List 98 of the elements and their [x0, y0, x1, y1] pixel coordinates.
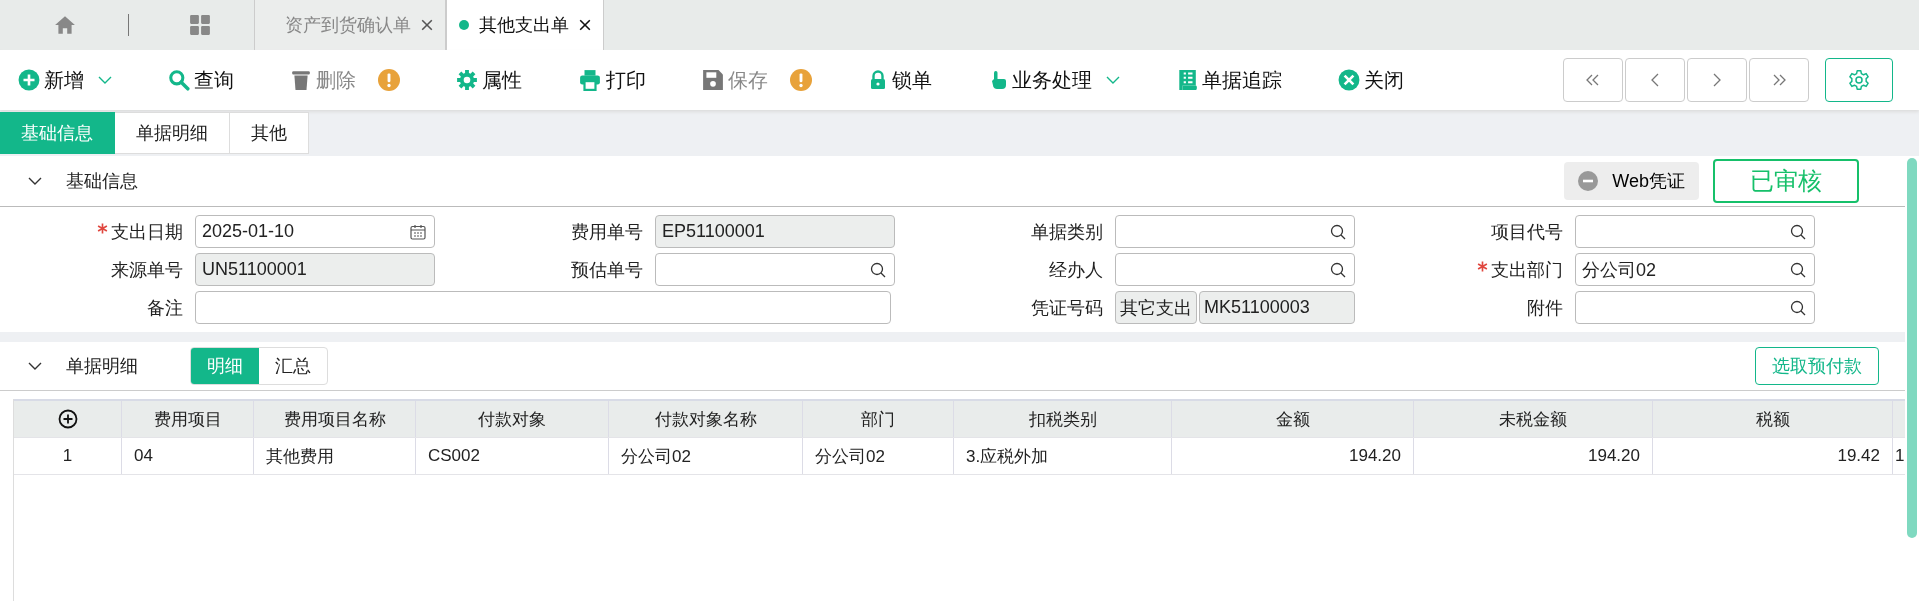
table-cell: 04	[134, 446, 153, 466]
chevron-right-icon	[1713, 73, 1721, 87]
input-field[interactable]	[1575, 215, 1815, 248]
scrollbar-thumb[interactable]	[1907, 158, 1917, 538]
field-label: 支出日期	[111, 220, 183, 244]
voucher-field[interactable]: MK51100003	[1199, 291, 1355, 324]
plus-circle-icon	[18, 69, 40, 91]
chevron-down-icon	[98, 76, 112, 84]
grid-icon[interactable]	[189, 14, 211, 36]
toolbar-button[interactable]: 单据追踪	[1176, 60, 1282, 100]
toolbar-button[interactable]: 业务处理	[988, 60, 1120, 100]
document-tab[interactable]: 其他支出单	[446, 0, 604, 50]
voucher-field[interactable]: 其它支出	[1115, 291, 1197, 324]
input-field[interactable]: 分公司02	[1575, 253, 1815, 286]
view-toggle-tab[interactable]: 汇总	[259, 348, 327, 384]
table-cell-text: 其他费用	[266, 445, 334, 468]
column-header[interactable]: 费用项目	[153, 407, 222, 431]
section-tab[interactable]: 其他	[230, 112, 309, 154]
toolbar-button[interactable]: 关闭	[1338, 60, 1404, 100]
field-label: 备注	[147, 296, 183, 320]
web-voucher-button[interactable]: Web凭证	[1564, 162, 1699, 200]
column-header[interactable]: 付款对象名称	[654, 407, 757, 431]
active-dot-icon	[459, 20, 469, 30]
close-circle-icon	[1338, 69, 1360, 91]
field-label: 附件	[1527, 296, 1563, 320]
double-chevron-left-icon	[1586, 74, 1600, 86]
chevron-left-icon	[1651, 73, 1659, 87]
search-icon	[168, 69, 190, 91]
input-field[interactable]	[195, 291, 891, 324]
field-label: 费用单号	[571, 220, 643, 244]
toolbar-button[interactable]: 锁单	[868, 60, 932, 100]
column-header[interactable]: 未税金额	[1499, 407, 1567, 431]
add-row-icon[interactable]	[57, 409, 78, 429]
toolbar-button[interactable]: 新增	[18, 60, 112, 100]
table-cell: 194.20	[1349, 446, 1401, 466]
column-header[interactable]: 税额	[1755, 407, 1790, 431]
search-icon	[1790, 299, 1806, 316]
table-cell: 19.42	[1837, 446, 1880, 466]
field-label: 单据类别	[1031, 220, 1103, 244]
settings-button[interactable]	[1825, 58, 1893, 102]
status-stamp: 已审核	[1713, 159, 1859, 203]
field-label: 支出部门	[1491, 258, 1563, 282]
calendar-icon	[410, 223, 426, 240]
lock-icon	[868, 69, 888, 91]
next-button[interactable]	[1687, 58, 1747, 102]
trash-icon	[290, 69, 312, 91]
last-page-button[interactable]	[1749, 58, 1809, 102]
column-header[interactable]: 金额	[1275, 407, 1310, 431]
toolbar-button[interactable]: 打印	[578, 60, 646, 100]
section-title: 单据明细	[66, 355, 138, 378]
column-header[interactable]: 费用项目名称	[283, 407, 386, 431]
column-header[interactable]: 付款对象	[478, 407, 546, 431]
settings-icon	[1848, 69, 1870, 91]
field-label: 预估单号	[571, 258, 643, 282]
input-field[interactable]	[1115, 215, 1355, 248]
search-icon	[1330, 261, 1346, 278]
table-cell-text: 分公司02	[815, 445, 885, 468]
double-chevron-right-icon	[1772, 74, 1786, 86]
input-field[interactable]: EP51100001	[655, 215, 895, 248]
field-label: 项目代号	[1491, 220, 1563, 244]
warning-icon	[378, 69, 400, 91]
search-icon	[870, 261, 886, 278]
chevron-down-icon[interactable]	[28, 362, 42, 370]
close-icon[interactable]	[579, 19, 591, 31]
section-title: 基础信息	[66, 170, 138, 193]
column-header[interactable]: 部门	[861, 407, 895, 431]
printer-icon	[578, 69, 602, 91]
toolbar-button[interactable]: 查询	[168, 60, 234, 100]
table-cell: CS002	[428, 446, 480, 466]
close-icon[interactable]	[421, 19, 433, 31]
input-field[interactable]	[1575, 291, 1815, 324]
gear-icon	[456, 69, 478, 91]
table-cell: 1	[62, 446, 73, 466]
input-field[interactable]	[655, 253, 895, 286]
table-cell: 1	[1895, 446, 1905, 466]
first-page-button[interactable]	[1563, 58, 1623, 102]
search-icon	[1330, 223, 1346, 240]
document-list-icon	[1176, 69, 1198, 91]
search-icon	[1790, 223, 1806, 240]
section-tab[interactable]: 单据明细	[115, 112, 230, 154]
field-label: 来源单号	[111, 258, 183, 282]
table-cell-text: 3.应税外加	[966, 445, 1049, 468]
input-field[interactable]: UN51100001	[195, 253, 435, 286]
field-label: 经办人	[1049, 258, 1103, 282]
minus-circle-icon	[1578, 171, 1599, 191]
input-field[interactable]: 2025-01-10	[195, 215, 435, 248]
home-icon[interactable]	[54, 14, 76, 36]
warning-icon	[790, 69, 812, 91]
table-cell-text: 分公司02	[621, 445, 691, 468]
previous-button[interactable]	[1625, 58, 1685, 102]
toolbar-button[interactable]: 属性	[456, 60, 522, 100]
search-icon	[1790, 261, 1806, 278]
column-header[interactable]: 扣税类别	[1028, 407, 1097, 431]
input-field[interactable]	[1115, 253, 1355, 286]
field-label: 凭证号码	[1031, 296, 1103, 320]
chevron-down-icon	[1106, 76, 1120, 84]
table-cell: 194.20	[1588, 446, 1640, 466]
chevron-down-icon[interactable]	[28, 177, 42, 185]
